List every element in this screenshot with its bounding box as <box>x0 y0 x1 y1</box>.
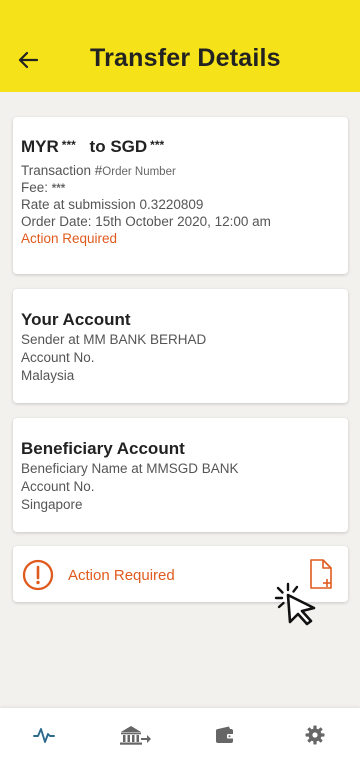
beneficiary-country: Singapore <box>21 497 83 512</box>
currency-pair: MYR *** to SGD *** <box>21 137 340 157</box>
activity-icon <box>33 728 55 743</box>
transaction-number: Order Number <box>102 166 176 178</box>
from-currency: MYR <box>21 137 59 156</box>
arrow-left-icon <box>18 51 39 69</box>
settings-icon <box>305 725 325 745</box>
to-label: to <box>89 137 106 156</box>
bank-transfer-icon <box>120 726 151 745</box>
wallet-icon <box>216 726 234 743</box>
nav-bank-transfer[interactable] <box>115 722 155 748</box>
to-amount-masked: *** <box>150 138 165 152</box>
beneficiary-account-title: Beneficiary Account <box>21 439 185 458</box>
to-currency: SGD <box>110 137 148 156</box>
beneficiary-bank: Beneficiary Name at MMSGD BANK <box>21 461 239 476</box>
beneficiary-account-number: Account No. <box>21 479 95 494</box>
nav-activity[interactable] <box>24 722 64 748</box>
sender-bank: Sender at MM BANK BERHAD <box>21 332 207 347</box>
click-cursor-icon <box>274 582 316 626</box>
beneficiary-account-card: Beneficiary Account Beneficiary Name at … <box>13 418 348 532</box>
nav-settings[interactable] <box>295 722 335 748</box>
order-date: Order Date: 15th October 2020, 12:00 am <box>21 214 271 229</box>
alert-circle-icon <box>22 559 54 591</box>
transaction-label: Transaction # <box>21 163 103 178</box>
nav-wallet[interactable] <box>205 722 245 748</box>
back-button[interactable] <box>14 46 42 74</box>
exchange-rate: Rate at submission 0.3220809 <box>21 197 204 212</box>
fee-label: Fee: <box>21 180 49 195</box>
action-required-label: Action Required <box>68 567 175 584</box>
your-account-card: Your Account Sender at MM BANK BERHAD Ac… <box>13 289 348 403</box>
sender-account-number: Account No. <box>21 350 95 365</box>
transfer-summary-card: MYR *** to SGD *** Transaction #Order Numb… <box>13 117 348 274</box>
bottom-navigation <box>0 708 360 760</box>
your-account-title: Your Account <box>21 310 131 329</box>
app-header: Transfer Details <box>0 0 360 92</box>
status-text: Action Required <box>21 231 118 246</box>
sender-country: Malaysia <box>21 368 75 383</box>
fee-masked: *** <box>51 183 66 195</box>
page-title: Transfer Details <box>90 44 281 72</box>
from-amount-masked: *** <box>61 138 76 152</box>
